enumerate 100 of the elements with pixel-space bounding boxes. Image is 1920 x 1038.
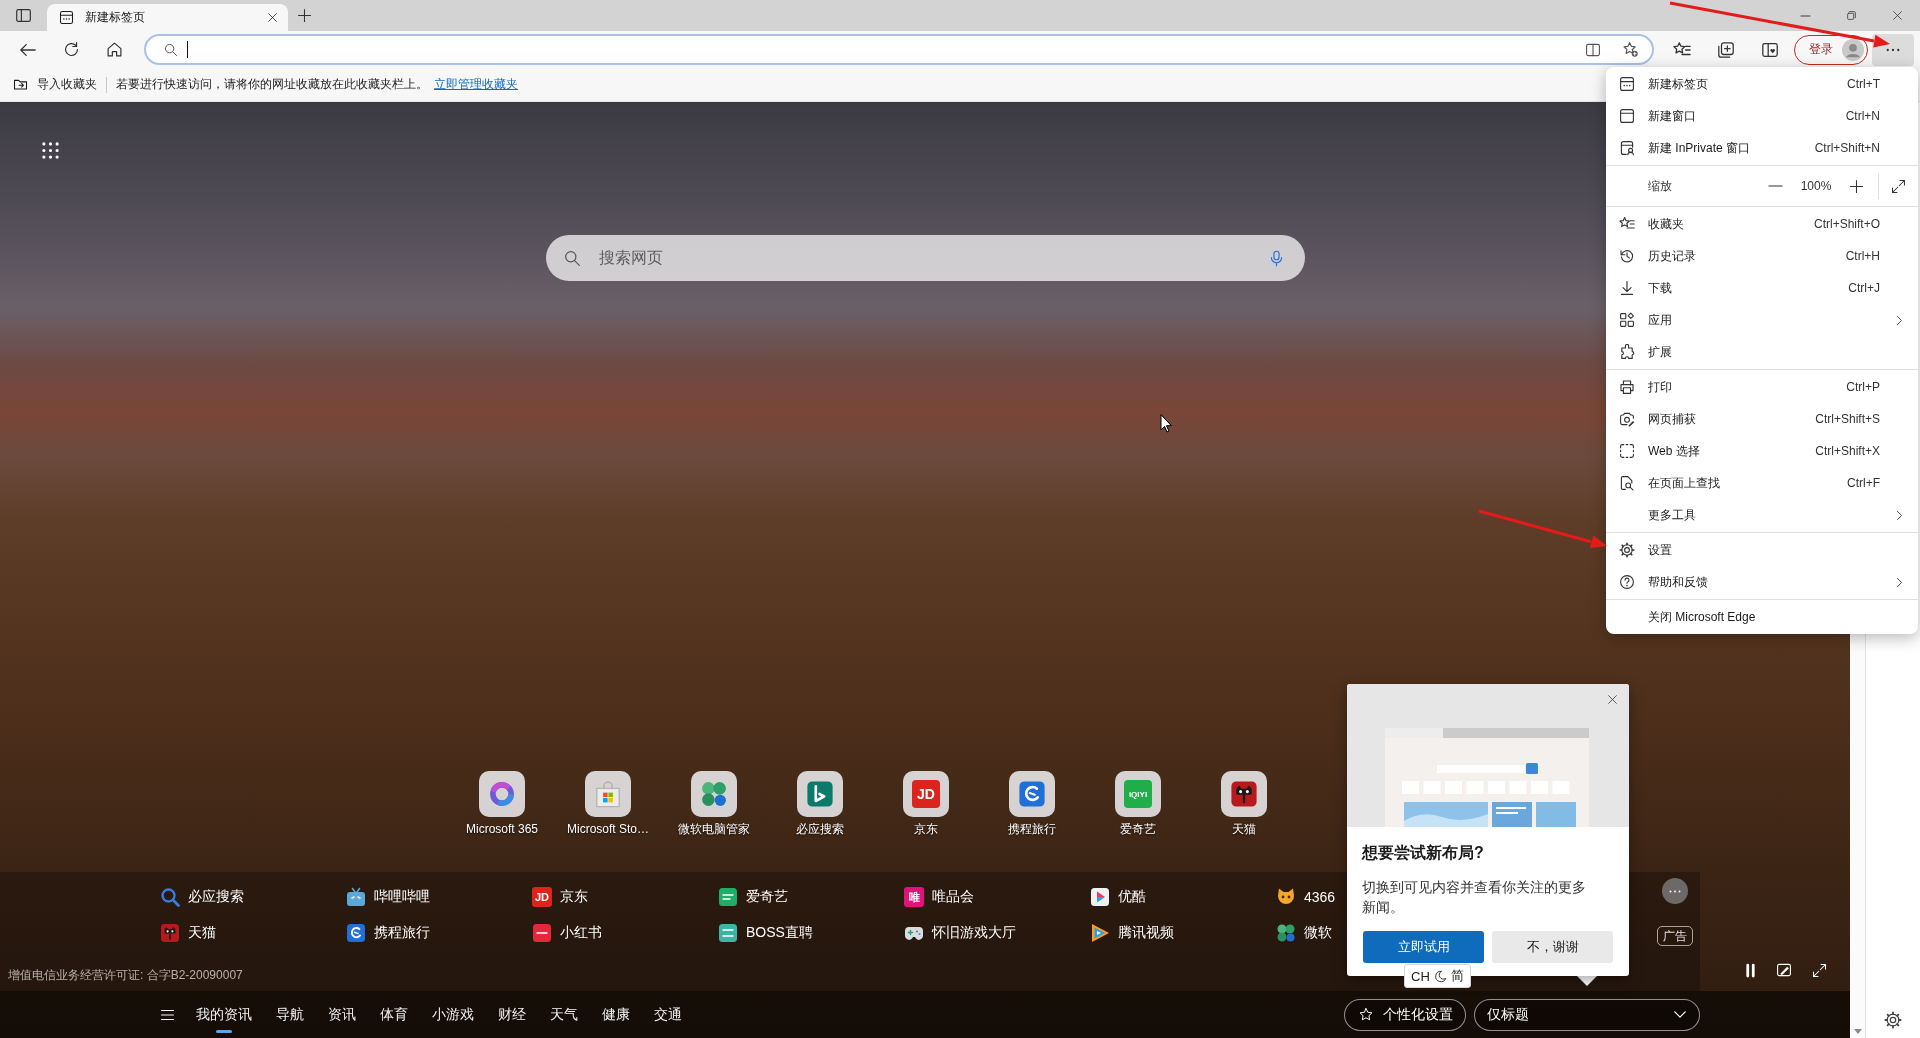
menu-item[interactable]: 更多工具 [1606,499,1918,531]
quick-link[interactable]: iQIYI 爱奇艺 [1085,771,1191,836]
cat-face-logo-icon [160,923,180,943]
quick-link[interactable]: Microsoft 365 [449,771,555,836]
site-link[interactable]: 微软 [1276,922,1332,944]
feed-tab[interactable]: 我的资讯 [196,991,252,1038]
apps-grid-icon[interactable] [42,142,59,159]
more-options-button[interactable] [1662,878,1688,904]
feed-tab[interactable]: 资讯 [328,991,356,1038]
menu-item[interactable]: 新建 InPrivate 窗口 Ctrl+Shift+N [1606,132,1918,164]
menu-item[interactable]: Web 选择 Ctrl+Shift+X [1606,435,1918,467]
image-edit-icon[interactable] [1776,962,1792,978]
zoom-level: 100% [1799,179,1833,193]
history-icon [1619,248,1635,264]
settings-icon[interactable] [1884,1011,1902,1029]
layout-select[interactable]: 仅标题 [1474,998,1700,1031]
site-link[interactable]: 腾讯视频 [1090,922,1174,944]
new-tab-plus-icon[interactable] [296,8,312,23]
site-link[interactable]: 优酷 [1090,886,1146,908]
quick-link[interactable]: JD 京东 [873,771,979,836]
menu-item[interactable]: 历史记录 Ctrl+H [1606,240,1918,272]
scroll-down-arrow-icon[interactable] [1853,1029,1862,1034]
browser-tab[interactable]: 新建标签页 [47,4,288,31]
expand-icon[interactable] [1812,963,1827,978]
manage-favorites-link[interactable]: 立即管理收藏夹 [434,76,518,93]
close-window-icon[interactable] [1891,10,1903,21]
split-screen-icon[interactable] [1585,41,1601,58]
site-link[interactable]: 携程旅行 [346,922,430,944]
fullscreen-icon[interactable] [1891,178,1906,194]
chevron-right-icon [1895,509,1903,521]
search-field[interactable]: 搜索网页 [545,235,1305,281]
star-icon [1359,1006,1373,1023]
menu-item[interactable]: 在页面上查找 Ctrl+F [1606,467,1918,499]
shopping-bag-icon [585,771,631,817]
menu-item[interactable]: 新建窗口 Ctrl+N [1606,100,1918,132]
address-field[interactable] [144,34,1654,65]
feed-tab[interactable]: 财经 [498,991,526,1038]
feed-tab[interactable]: 小游戏 [432,991,474,1038]
keyboard-shortcut: Ctrl+H [1845,249,1880,263]
search-input[interactable]: 搜索网页 [590,249,1258,267]
menu-item[interactable]: 帮助和反馈 [1606,566,1918,598]
add-favorite-icon[interactable] [1622,41,1639,58]
favorites-icon [1619,216,1635,232]
feed-tab[interactable]: 体育 [380,991,408,1038]
site-link[interactable]: 小红书 [532,922,602,944]
menu-item[interactable]: 扩展 [1606,336,1918,368]
quick-link[interactable]: Microsoft Sto… [555,771,661,836]
menu-item[interactable]: 新建标签页 Ctrl+T [1606,68,1918,100]
dismiss-button[interactable]: 不，谢谢 [1492,931,1613,963]
site-link[interactable]: 天猫 [160,922,216,944]
menu-item[interactable]: 收藏夹 Ctrl+Shift+O [1606,208,1918,240]
close-icon[interactable] [1607,694,1618,705]
site-link[interactable]: BOSS直聘 [718,922,813,944]
restore-icon[interactable] [1845,10,1857,21]
close-tab-icon[interactable] [267,12,278,23]
ime-mode-label: 简 [1450,967,1464,985]
menu-icon[interactable] [160,1008,175,1021]
quick-link[interactable]: 天猫 [1191,771,1297,836]
mouse-pointer-icon [1160,414,1172,433]
menu-item[interactable]: 网页捕获 Ctrl+Shift+S [1606,403,1918,435]
more-icon [1886,47,1900,52]
keyboard-shortcut: Ctrl+Shift+X [1815,444,1880,458]
more-options-button[interactable] [1872,33,1914,66]
menu-item[interactable]: 关闭 Microsoft Edge [1606,601,1918,633]
feed-tab[interactable]: 健康 [602,991,630,1038]
try-now-button[interactable]: 立即试用 [1363,931,1484,963]
site-link[interactable]: 4366 [1276,886,1336,908]
new-tab-icon [59,10,74,25]
feed-tab[interactable]: 交通 [654,991,682,1038]
search-icon [563,249,581,267]
site-link[interactable]: 爱奇艺 [718,886,788,908]
site-link[interactable]: 哔哩哔哩 [346,886,430,908]
import-favorites-button[interactable]: 导入收藏夹 [13,72,97,97]
site-link[interactable]: 怀旧游戏大厅 [904,922,1016,944]
home-icon[interactable] [105,41,123,58]
menu-item[interactable]: 打印 Ctrl+P [1606,371,1918,403]
menu-item[interactable]: 设置 [1606,534,1918,566]
site-link[interactable]: 唯 唯品会 [904,886,974,908]
tab-actions-icon[interactable] [14,7,32,24]
cat-head-icon [1276,887,1296,907]
feed-tab[interactable]: 导航 [276,991,304,1038]
refresh-icon[interactable] [62,41,80,58]
printer-icon [1619,379,1635,395]
new-tab-icon [1619,76,1635,92]
zoom-in-icon[interactable] [1849,178,1864,194]
pause-icon[interactable] [1745,963,1756,978]
help-icon [1619,574,1635,590]
feed-tab[interactable]: 天气 [550,991,578,1038]
menu-item[interactable]: 应用 [1606,304,1918,336]
menu-item[interactable]: 下载 Ctrl+J [1606,272,1918,304]
popup-title: 想要尝试新布局? [1362,843,1485,863]
license-text: 增值电信业务经营许可证: 合字B2-20090007 [8,968,243,982]
download-icon [1619,280,1635,296]
personalize-button[interactable]: 个性化设置 [1344,998,1466,1031]
quick-link[interactable]: 携程旅行 [979,771,1085,836]
quick-link[interactable]: 必应搜索 [767,771,873,836]
keyboard-shortcut: Ctrl+T [1847,77,1880,91]
site-link[interactable]: JD 京东 [532,886,588,908]
quick-link[interactable]: 微软电脑管家 [661,771,767,836]
site-link[interactable]: 必应搜索 [160,886,244,908]
